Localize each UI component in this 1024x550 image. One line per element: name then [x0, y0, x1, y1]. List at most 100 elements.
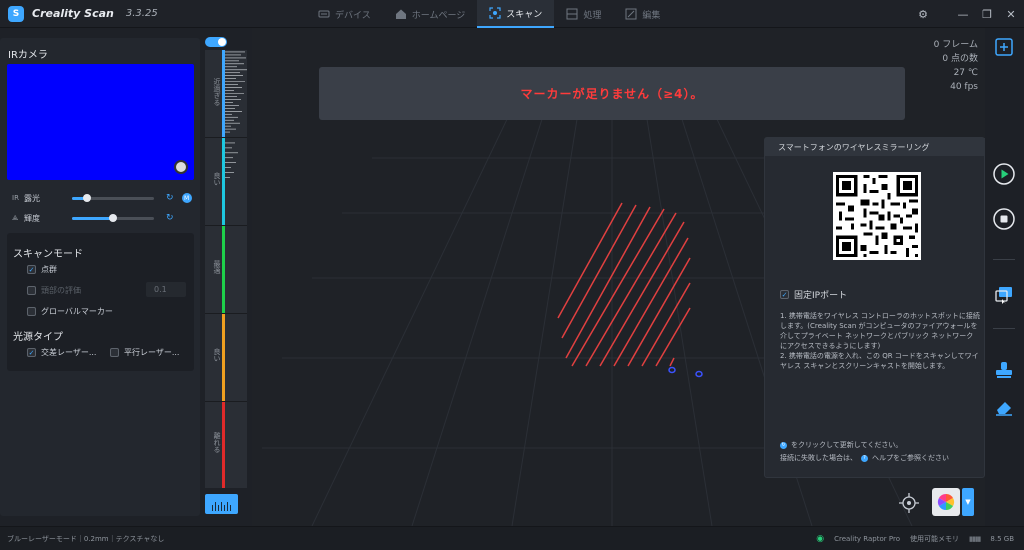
title-bar: S Creality Scan 3.3.25 デバイス ホームページ スキャン …	[0, 0, 1024, 28]
screen-mirror-icon	[995, 287, 1012, 304]
cross-laser-label: 交差レーザー...	[41, 348, 97, 357]
point-cloud-checkbox[interactable]: ✓	[27, 265, 36, 274]
tab-scan-label: スキャン	[506, 9, 543, 20]
screen-mirror-button[interactable]	[993, 284, 1015, 306]
ir-camera-title: IRカメラ	[8, 50, 48, 61]
brightness-row: ⟁ 輝度 ↻	[12, 211, 192, 225]
ir-icon: IR	[12, 194, 19, 202]
distance-segment: 離れる	[205, 402, 247, 488]
memory-bar-icon: ▮▮▮▮	[968, 534, 981, 543]
tab-edit[interactable]: 編集	[613, 0, 672, 28]
exposure-reset-icon[interactable]: ↻	[166, 193, 174, 203]
toolbar-divider	[993, 328, 1015, 329]
stamp-button[interactable]	[993, 359, 1015, 381]
scan-stats: 0 フレーム 0 点の数 27 ℃ 40 fps	[934, 38, 978, 94]
start-scan-button[interactable]	[993, 163, 1015, 185]
parallel-laser-label: 平行レーザー...	[124, 348, 180, 357]
status-right: ◉ Creality Raptor Pro 使用可能メモリ ▮▮▮▮ 8.5 G…	[816, 534, 1014, 544]
refresh-note: ↻ をクリックして更新してください。	[780, 440, 902, 450]
fixed-ip-label: 固定IPポート	[794, 291, 848, 301]
global-marker-checkbox[interactable]	[27, 307, 36, 316]
process-icon	[566, 8, 578, 20]
fixed-ip-checkbox[interactable]: ✓	[780, 290, 789, 299]
scan-bounding-hatch	[557, 202, 691, 367]
add-icon	[995, 38, 1013, 56]
fixed-ip-option[interactable]: ✓ 固定IPポート	[780, 288, 847, 301]
exposure-slider[interactable]	[72, 193, 154, 202]
scan-mode-title: スキャンモード	[13, 249, 83, 260]
minimize-icon[interactable]: —	[952, 3, 974, 25]
stamp-icon	[996, 362, 1012, 378]
settings-gear-icon[interactable]: ⚙	[912, 3, 934, 25]
edit-icon	[625, 8, 637, 20]
left-panel: IRカメラ IR 露光 ↻ M ⟁ 輝度 ↻ スキャンモード ✓ 点群 頭部の評…	[0, 38, 200, 516]
camera-switch-icon[interactable]	[174, 160, 188, 174]
segment-label: 良い	[213, 172, 221, 186]
scan-mode-status: ブルーレーザーモード｜0.2mm｜テクスチャなし	[7, 534, 165, 543]
restore-icon[interactable]: ❐	[976, 3, 998, 25]
parallel-laser-checkbox[interactable]	[110, 348, 119, 357]
cross-laser-checkbox[interactable]: ✓	[27, 348, 36, 357]
window-controls: ⚙ — ❐ ✕	[912, 0, 1024, 28]
tab-scan[interactable]: スキャン	[477, 0, 555, 28]
stop-scan-button[interactable]	[993, 208, 1015, 230]
device-name: Creality Raptor Pro	[834, 534, 900, 543]
color-mode-dropdown[interactable]: ▼	[962, 488, 974, 516]
light-source-title: 光源タイプ	[13, 332, 63, 343]
scan-mode-box: スキャンモード ✓ 点群 頭部の評価 0.1 グローバルマーカー 光源タイプ ✓…	[7, 233, 194, 371]
point-cloud-option[interactable]: ✓ 点群	[27, 264, 57, 275]
memory-value: 8.5 GB	[990, 534, 1014, 543]
recenter-button[interactable]	[898, 492, 920, 514]
cross-laser-option[interactable]: ✓ 交差レーザー...	[27, 347, 96, 358]
brightness-label: 輝度	[24, 213, 40, 223]
top-nav: デバイス ホームページ スキャン 処理 編集	[306, 0, 672, 28]
help-note: 接続に失敗した場合は、 ? ヘルプをご参照ください	[780, 453, 949, 463]
tab-process[interactable]: 処理	[554, 0, 613, 28]
distance-bar: 近過ぎる 良い 最適 良い 離れる	[205, 50, 247, 488]
help-icon[interactable]: ?	[861, 454, 868, 462]
color-mode-button[interactable]	[932, 488, 960, 516]
exposure-label: 露光	[24, 193, 40, 203]
point-count: 0 点の数	[942, 54, 978, 64]
tab-edit-label: 編集	[642, 10, 661, 21]
exposure-knob[interactable]	[82, 193, 91, 202]
segment-label: 離れる	[213, 432, 221, 453]
brightness-fill	[72, 216, 113, 220]
global-marker-label: グローバルマーカー	[41, 307, 113, 316]
distance-toggle[interactable]	[205, 37, 227, 47]
fps: 40 fps	[950, 82, 978, 92]
refresh-icon[interactable]: ↻	[780, 441, 787, 449]
memory-label: 使用可能メモリ	[909, 534, 959, 543]
marker-point	[695, 370, 703, 378]
global-marker-option[interactable]: グローバルマーカー	[27, 306, 113, 317]
parallel-laser-option[interactable]: 平行レーザー...	[110, 347, 179, 358]
device-icon	[318, 10, 330, 18]
segment-color	[222, 314, 225, 401]
help-note-suffix: ヘルプをご参照ください	[872, 454, 949, 462]
disabled-option-label: 頭部の評価	[41, 286, 81, 295]
add-button[interactable]	[993, 36, 1015, 58]
play-icon	[993, 163, 1015, 185]
disabled-value-field: 0.1	[146, 282, 186, 297]
brightness-slider[interactable]	[72, 213, 154, 222]
crosshair-icon	[899, 493, 919, 513]
help-note-prefix: 接続に失敗した場合は、	[780, 454, 857, 462]
auto-mode-badge[interactable]: M	[181, 193, 192, 203]
tab-home[interactable]: ホームページ	[383, 0, 478, 28]
eraser-icon	[996, 402, 1012, 416]
wifi-icon: ◉	[816, 533, 825, 544]
brightness-icon: ⟁	[12, 213, 19, 222]
scan-icon	[489, 7, 501, 19]
eraser-button[interactable]	[993, 396, 1015, 418]
ir-camera-view	[7, 64, 194, 180]
segment-label: 近過ぎる	[213, 78, 221, 106]
close-icon[interactable]: ✕	[1000, 3, 1022, 25]
brightness-reset-icon[interactable]: ↻	[166, 213, 174, 223]
tab-device-label: デバイス	[335, 10, 371, 21]
tab-device[interactable]: デバイス	[306, 0, 383, 28]
temperature: 27 ℃	[953, 68, 978, 78]
ruler-button[interactable]	[205, 494, 238, 514]
point-cloud-label: 点群	[41, 265, 57, 274]
brightness-knob[interactable]	[109, 213, 117, 222]
app-name: Creality Scan	[32, 7, 114, 20]
